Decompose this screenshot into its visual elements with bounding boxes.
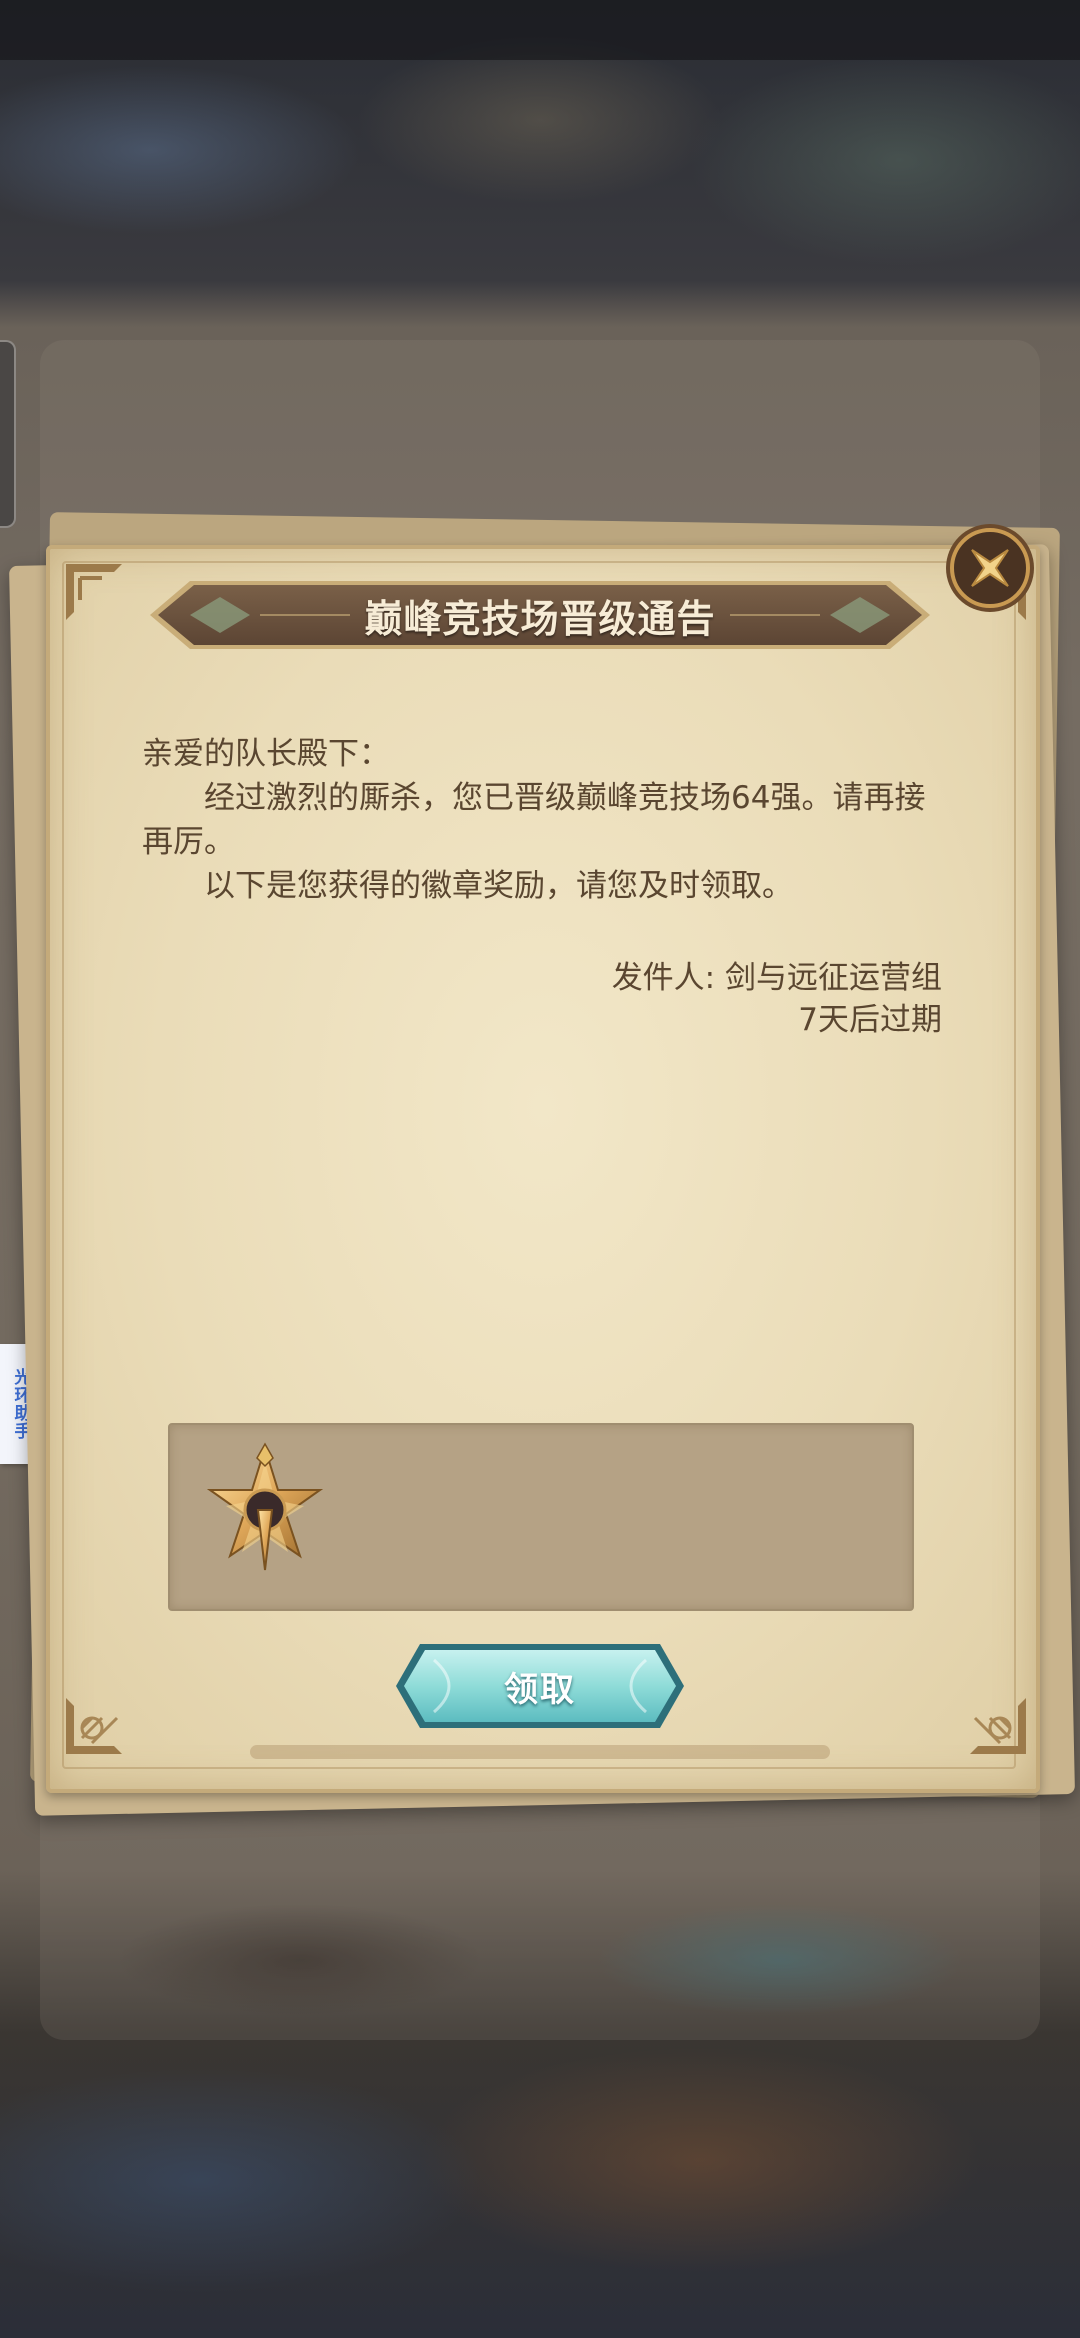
body-paragraph: 以下是您获得的徽章奖励，请您及时领取。 [204, 868, 793, 904]
reward-item[interactable] [200, 1440, 330, 1590]
expiry-text: 7天后过期 [798, 1002, 942, 1038]
close-icon [946, 524, 1034, 612]
corner-ornament-icon [970, 1698, 1026, 1754]
body-paragraph: 经过激烈的厮杀，您已晋级巅峰竞技场64强。请再接再厉。 [142, 780, 926, 860]
divider [250, 1745, 830, 1759]
claim-button[interactable]: 领取 [394, 1640, 686, 1732]
sender-text: 发件人: 剑与远征运营组 [611, 960, 942, 996]
edge-pull-tab[interactable] [0, 340, 16, 528]
status-bar [0, 0, 1080, 60]
close-button[interactable] [944, 522, 1036, 614]
sender-block: 发件人: 剑与远征运营组 7天后过期 [500, 957, 942, 1041]
title-banner: 巅峰竞技场晋级通告 [150, 575, 930, 655]
claim-button-label: 领取 [504, 1669, 576, 1710]
greeting-text: 亲爱的队长殿下： [142, 736, 390, 772]
badge-icon [206, 1442, 324, 1571]
corner-ornament-icon [66, 1698, 122, 1754]
dialog-title: 巅峰竞技场晋级通告 [364, 596, 716, 641]
message-body: 亲爱的队长殿下： 经过激烈的厮杀，您已晋级巅峰竞技场64强。请再接再厉。 以下是… [142, 732, 942, 908]
